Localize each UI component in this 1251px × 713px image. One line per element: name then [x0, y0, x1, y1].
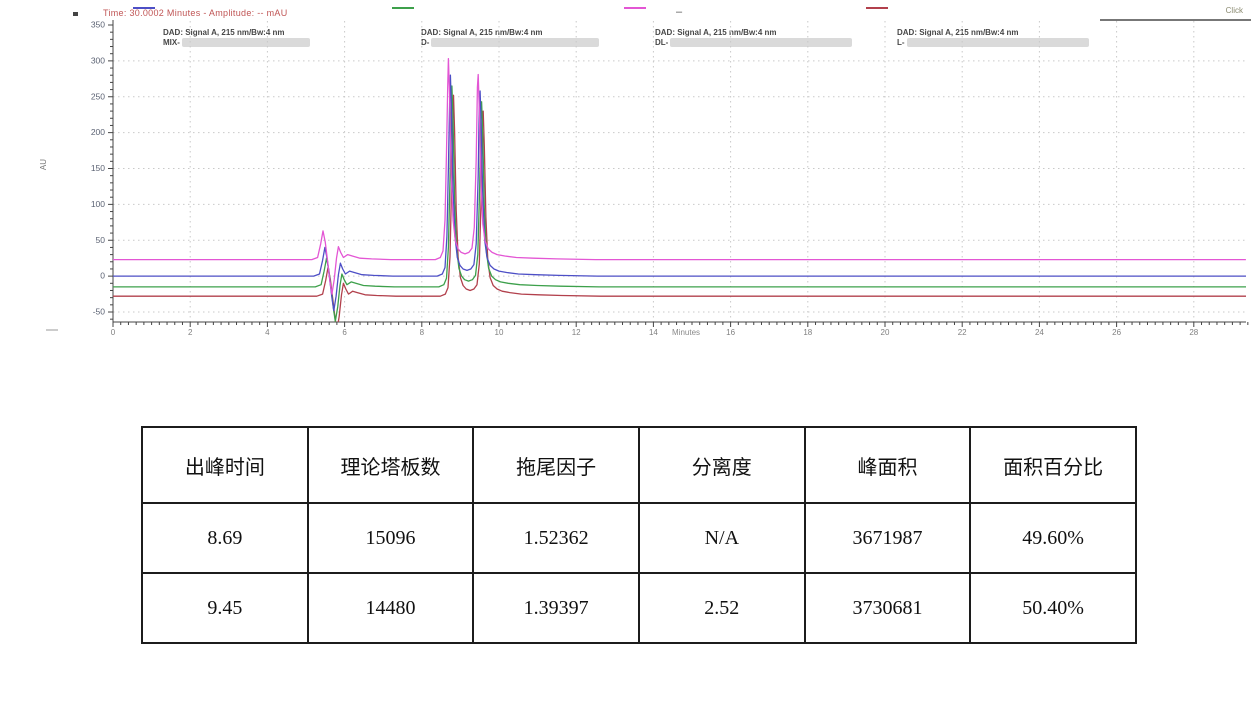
svg-text:14: 14	[649, 328, 658, 337]
svg-text:250: 250	[91, 91, 105, 101]
chromatogram-plot[interactable]: 350300250200150100500-500246810121416182…	[0, 0, 1251, 352]
cell-retention-time: 9.45	[142, 573, 308, 643]
svg-text:0: 0	[111, 328, 116, 337]
svg-text:100: 100	[91, 199, 105, 209]
table-row: 8.69 15096 1.52362 N/A 3671987 49.60%	[142, 503, 1136, 573]
svg-text:0: 0	[100, 271, 105, 281]
col-header-peak-area: 峰面积	[805, 427, 971, 503]
svg-text:4: 4	[265, 328, 270, 337]
col-header-retention-time: 出峰时间	[142, 427, 308, 503]
svg-text:-50: -50	[93, 307, 106, 317]
cell-theoretical-plates: 14480	[308, 573, 474, 643]
col-header-resolution: 分离度	[639, 427, 805, 503]
svg-text:16: 16	[726, 328, 735, 337]
page: Time: 30.0002 Minutes - Amplitude: -- mA…	[0, 0, 1251, 713]
cell-tailing-factor: 1.39397	[473, 573, 639, 643]
cell-resolution: 2.52	[639, 573, 805, 643]
table-row: 9.45 14480 1.39397 2.52 3730681 50.40%	[142, 573, 1136, 643]
svg-text:2: 2	[188, 328, 193, 337]
svg-text:24: 24	[1035, 328, 1044, 337]
svg-text:200: 200	[91, 127, 105, 137]
svg-text:20: 20	[881, 328, 890, 337]
svg-text:6: 6	[342, 328, 347, 337]
col-header-theoretical-plates: 理论塔板数	[308, 427, 474, 503]
svg-text:10: 10	[495, 328, 504, 337]
cell-theoretical-plates: 15096	[308, 503, 474, 573]
svg-text:28: 28	[1189, 328, 1198, 337]
cell-retention-time: 8.69	[142, 503, 308, 573]
cell-area-percent: 50.40%	[970, 573, 1136, 643]
cell-resolution: N/A	[639, 503, 805, 573]
svg-text:50: 50	[96, 235, 106, 245]
svg-text:22: 22	[958, 328, 967, 337]
svg-text:150: 150	[91, 163, 105, 173]
cell-area-percent: 49.60%	[970, 503, 1136, 573]
cell-tailing-factor: 1.52362	[473, 503, 639, 573]
cell-peak-area: 3671987	[805, 503, 971, 573]
svg-text:350: 350	[91, 20, 105, 30]
col-header-tailing-factor: 拖尾因子	[473, 427, 639, 503]
cell-peak-area: 3730681	[805, 573, 971, 643]
svg-text:18: 18	[803, 328, 812, 337]
svg-text:8: 8	[420, 328, 425, 337]
svg-text:12: 12	[572, 328, 581, 337]
table-header-row: 出峰时间 理论塔板数 拖尾因子 分离度 峰面积 面积百分比	[142, 427, 1136, 503]
peak-results-table: 出峰时间 理论塔板数 拖尾因子 分离度 峰面积 面积百分比 8.69 15096…	[141, 426, 1137, 644]
col-header-area-percent: 面积百分比	[970, 427, 1136, 503]
svg-text:26: 26	[1112, 328, 1121, 337]
svg-text:300: 300	[91, 55, 105, 65]
